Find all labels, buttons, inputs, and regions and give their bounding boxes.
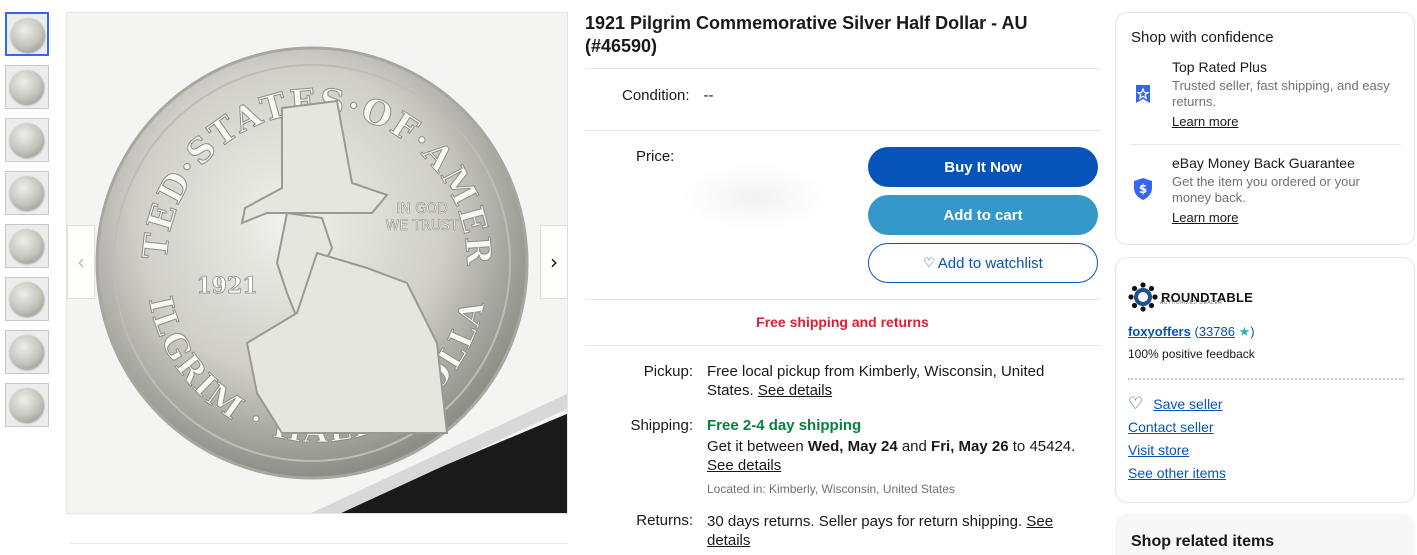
pickup-label: Pickup: [643, 363, 693, 380]
price-label: Price: [636, 148, 675, 165]
chevron-left-icon: ‹ [77, 250, 85, 274]
returns-see-details-link[interactable]: See [1026, 513, 1053, 530]
add-to-cart-button[interactable]: Add to cart [868, 195, 1098, 235]
top-rated-learn-more-link[interactable]: Learn more [1172, 114, 1238, 129]
contact-seller-link[interactable]: Contact seller [1128, 419, 1214, 435]
thumbnail-8[interactable] [5, 383, 49, 427]
delivery-prefix: Get it between [707, 438, 804, 455]
seller-panel: ROUNDTABLE AUTHORIZED DEALER foxyoffers … [1115, 257, 1415, 503]
dotted-divider [1128, 378, 1404, 380]
positive-feedback: 100% positive feedback [1128, 347, 1255, 361]
shipping-headline: Free 2-4 day shipping [707, 417, 862, 434]
money-back-learn-more-link[interactable]: Learn more [1172, 210, 1238, 225]
listing-title: 1921 Pilgrim Commemorative Silver Half D… [585, 13, 1028, 56]
top-rated-text: Top Rated Plus Trusted seller, fast ship… [1172, 59, 1402, 131]
feedback-count-link[interactable]: 33786 [1199, 324, 1235, 339]
coin-motto-2: WE TRUST [385, 218, 459, 234]
shipping-label: Shipping: [630, 417, 693, 434]
thumbnail-6[interactable] [5, 277, 49, 321]
divider [585, 345, 1100, 346]
pickup-see-details-link[interactable]: See details [758, 382, 832, 399]
item-details: 1921 Pilgrim Commemorative Silver Half D… [585, 12, 1100, 549]
see-other-items-link[interactable]: See other items [1128, 465, 1226, 481]
seller-name-link[interactable]: foxyoffers [1128, 324, 1191, 339]
top-rated-desc: Trusted seller, fast shipping, and easy … [1172, 78, 1390, 109]
coin-thumbnail-image [11, 18, 45, 52]
heart-icon: ♡ [923, 255, 935, 271]
returns-value: 30 days returns. Seller pays for return … [707, 512, 1087, 550]
thumbnail-4[interactable] [5, 171, 49, 215]
divider [585, 68, 1100, 69]
svg-text:$: $ [1139, 182, 1147, 196]
delivery-and: and [901, 438, 927, 455]
top-rated-badge-icon [1136, 85, 1150, 103]
thumbnail-strip [5, 12, 51, 436]
divider [1131, 144, 1401, 145]
divider [585, 130, 1100, 131]
panel-title: Shop with confidence [1131, 29, 1274, 46]
previous-image-button[interactable]: ‹ [67, 225, 95, 299]
coin-thumbnail-image [10, 176, 44, 210]
delivery-date-start: Wed, May 24 [807, 438, 898, 455]
returns-text: 30 days returns. Seller pays for return … [707, 513, 1023, 530]
coin-thumbnail-image [10, 388, 44, 422]
thumbnail-3[interactable] [5, 118, 49, 162]
coin-thumbnail-image [10, 70, 44, 104]
buy-it-now-button[interactable]: Buy It Now [868, 147, 1098, 187]
add-to-watchlist-button[interactable]: ♡ Add to watchlist [868, 243, 1098, 283]
delivery-estimate: Get it between Wed, May 24 and Fri, May … [707, 437, 1087, 456]
money-back-desc: Get the item you ordered or your money b… [1172, 174, 1360, 205]
coin-thumbnail-image [10, 282, 44, 316]
condition-value: -- [703, 87, 714, 104]
save-seller-button[interactable]: ♡ Save seller [1128, 394, 1223, 414]
delivery-zip: to 45424. [1012, 438, 1076, 455]
delivery-date-end: Fri, May 26 [931, 438, 1009, 455]
coin-image: UNITED·STATES·OF·AMERICA PILGRIM · HALF … [67, 13, 567, 513]
thumbnail-5[interactable] [5, 224, 49, 268]
logo-subtext: AUTHORIZED DEALER [1160, 300, 1223, 306]
coin-year: 1921 [196, 273, 257, 299]
shipping-see-details-link[interactable]: See details [707, 457, 781, 474]
roundtable-emblem-icon [1128, 282, 1158, 312]
roundtable-logo: ROUNDTABLE AUTHORIZED DEALER [1128, 282, 1253, 312]
free-shipping-banner: Free shipping and returns [756, 314, 929, 330]
money-back-text: eBay Money Back Guarantee Get the item y… [1172, 155, 1402, 227]
thumbnail-7[interactable] [5, 330, 49, 374]
visit-store-link[interactable]: Visit store [1128, 442, 1189, 458]
coin-motto-1: IN GOD [396, 201, 448, 217]
returns-see-details-link-cont[interactable]: details [707, 532, 750, 549]
condition-row: Condition: -- [622, 87, 714, 104]
feedback-star-icon: ★ [1238, 325, 1251, 340]
top-rated-head: Top Rated Plus [1172, 59, 1267, 75]
main-product-image[interactable]: UNITED·STATES·OF·AMERICA PILGRIM · HALF … [66, 12, 568, 514]
shop-related-items-panel: Shop related items [1115, 514, 1415, 555]
item-location: Located in: Kimberly, Wisconsin, United … [707, 482, 955, 496]
related-title: Shop related items [1131, 533, 1275, 550]
returns-label: Returns: [636, 512, 693, 529]
thumbnail-1[interactable] [5, 12, 49, 56]
money-back-shield-icon: $ [1134, 178, 1152, 200]
money-back-head: eBay Money Back Guarantee [1172, 155, 1355, 171]
feedback-close-paren: ) [1250, 324, 1255, 339]
seller-name-row: foxyoffers (33786 ★) [1128, 324, 1255, 340]
coin-thumbnail-image [10, 335, 44, 369]
heart-icon: ♡ [1128, 394, 1144, 414]
price-value-blurred [680, 162, 830, 232]
pickup-value: Free local pickup from Kimberly, Wiscons… [707, 362, 1087, 400]
next-image-button[interactable]: › [540, 225, 568, 299]
shipping-value: Free 2-4 day shipping Get it between Wed… [707, 416, 1087, 499]
divider [70, 543, 568, 544]
thumbnail-2[interactable] [5, 65, 49, 109]
watchlist-label: Add to watchlist [937, 254, 1043, 272]
save-seller-label: Save seller [1153, 396, 1223, 412]
money-back-item: $ eBay Money Back Guarantee Get the item… [1131, 155, 1401, 235]
divider [585, 299, 1100, 300]
top-rated-plus-item: Top Rated Plus Trusted seller, fast ship… [1131, 59, 1401, 139]
shop-with-confidence-panel: Shop with confidence Top Rated Plus Trus… [1115, 12, 1415, 245]
chevron-right-icon: › [550, 250, 558, 274]
coin-thumbnail-image [10, 123, 44, 157]
condition-label: Condition: [622, 87, 690, 104]
coin-thumbnail-image [10, 229, 44, 263]
